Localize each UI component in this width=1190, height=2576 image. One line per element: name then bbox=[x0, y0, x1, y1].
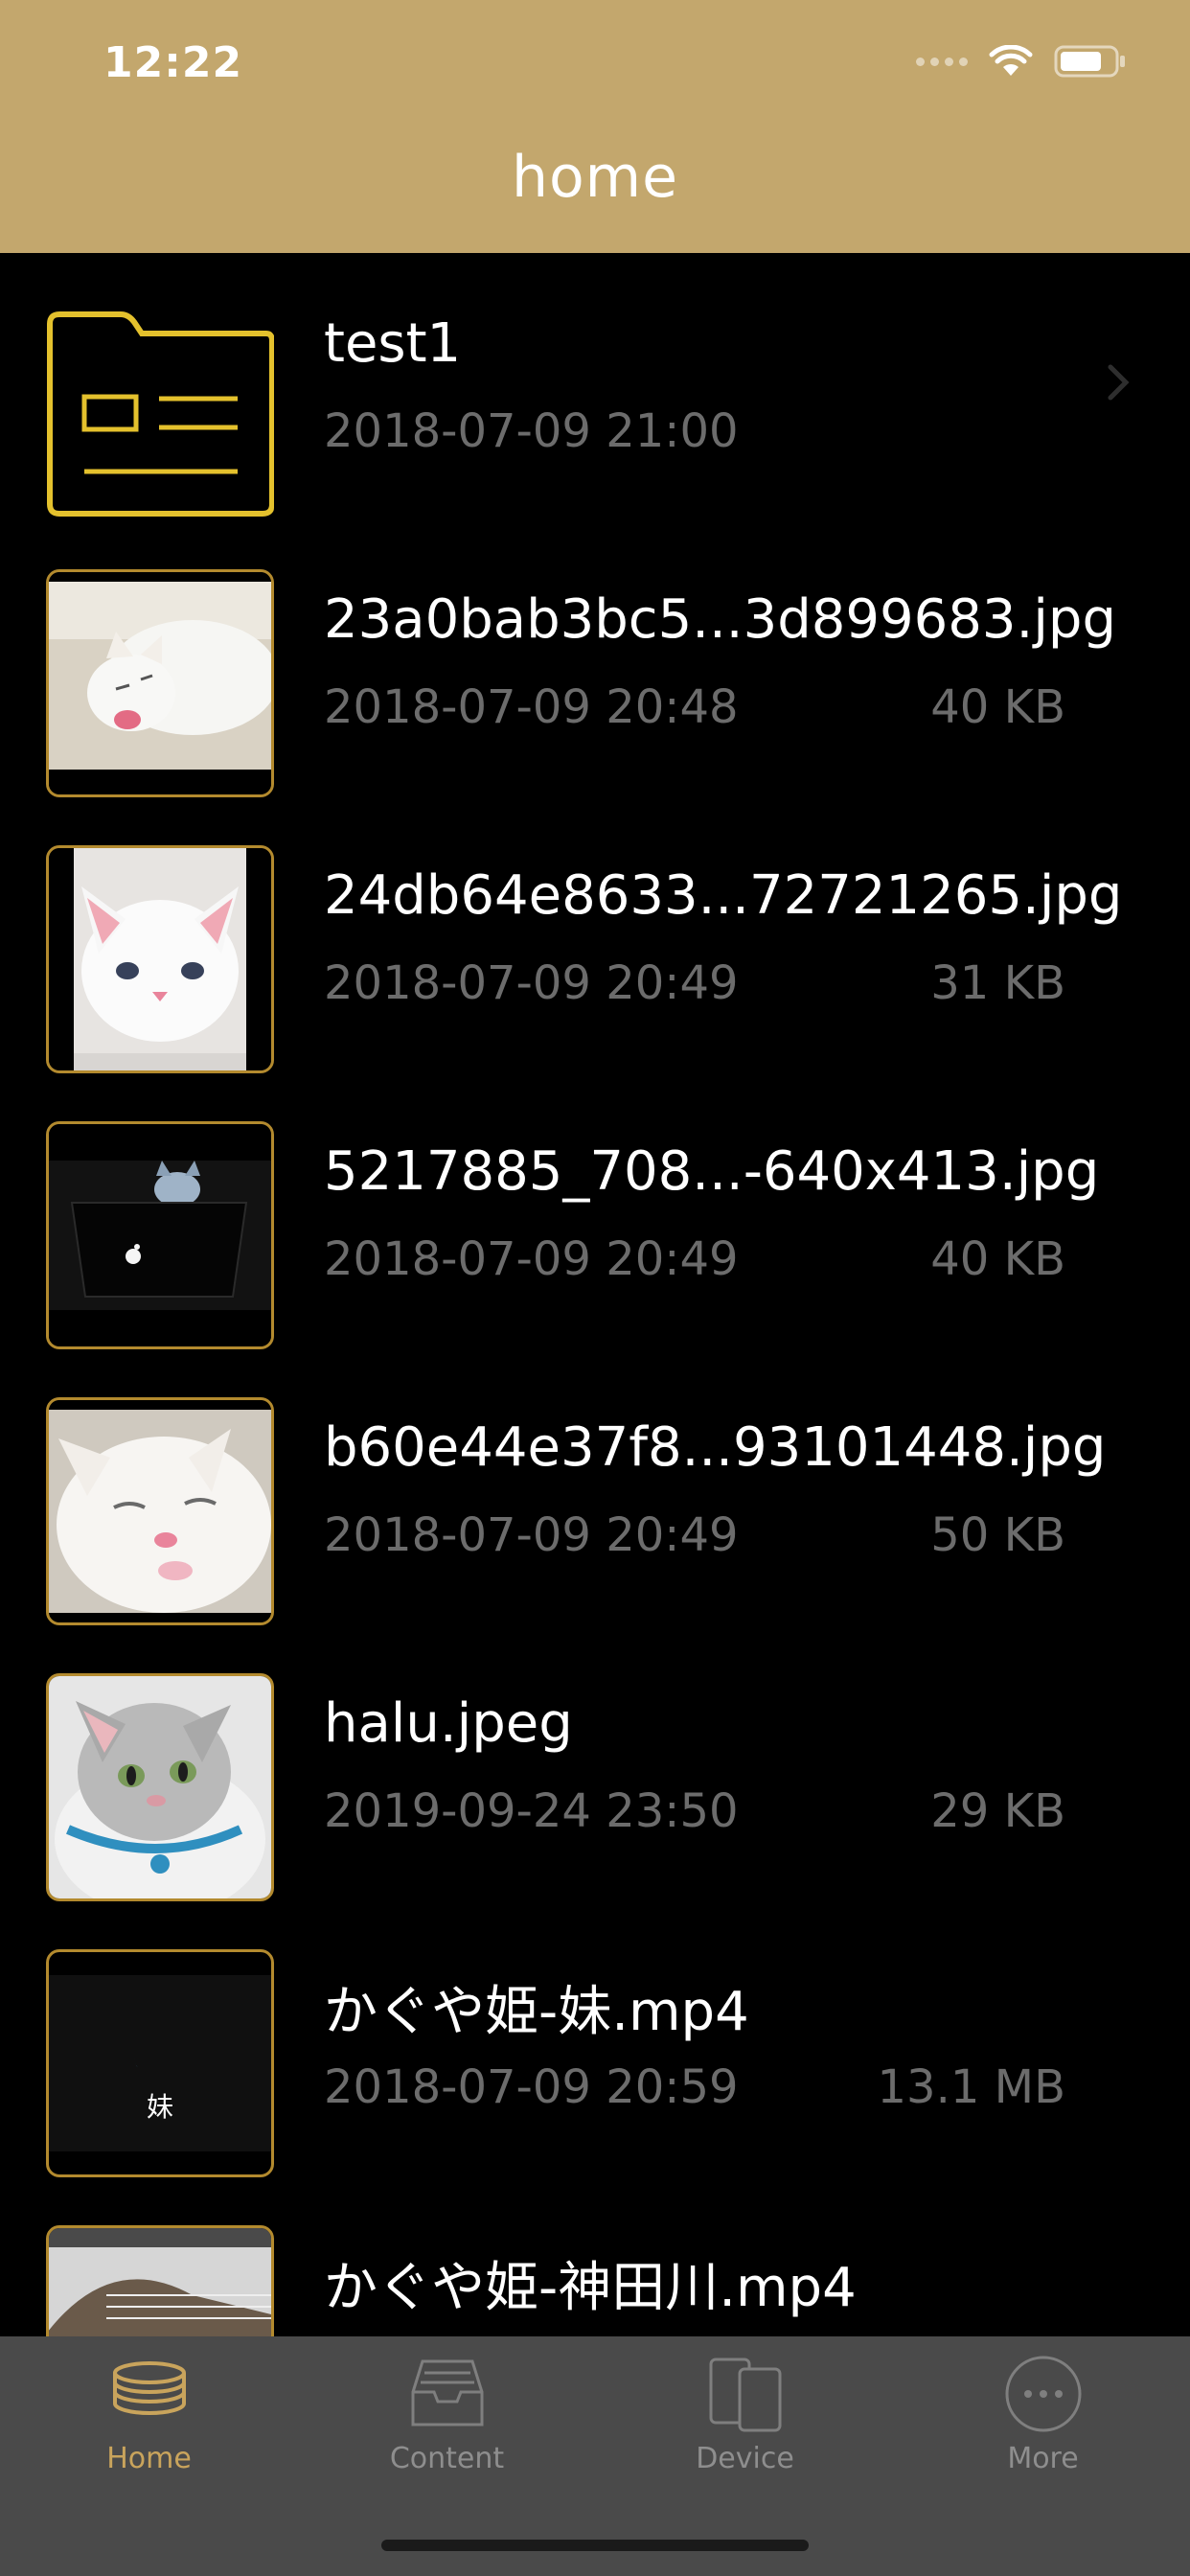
more-dots-icon bbox=[894, 2354, 1190, 2450]
folder-icon bbox=[46, 293, 274, 521]
cellular-signal-icon bbox=[916, 57, 968, 66]
video-thumbnail bbox=[46, 2225, 274, 2336]
tab-label: Content bbox=[389, 2442, 505, 2475]
list-item-file[interactable]: 24db64e8633...72721265.jpg 2018-07-09 20… bbox=[0, 805, 1190, 1081]
file-size: 40 KB bbox=[930, 1232, 1065, 1286]
thumbnail-caption: 妹 bbox=[146, 2091, 173, 2123]
image-thumbnail bbox=[46, 569, 274, 797]
file-date: 2018-07-09 20:49 bbox=[324, 956, 739, 1010]
file-name: 5217885_708...-640x413.jpg bbox=[324, 1140, 1100, 1203]
file-name: 24db64e8633...72721265.jpg bbox=[324, 864, 1123, 927]
file-name: halu.jpeg bbox=[324, 1692, 573, 1755]
page-title: home bbox=[511, 144, 679, 211]
inbox-tray-icon bbox=[298, 2354, 596, 2450]
image-thumbnail bbox=[46, 1121, 274, 1349]
app-header: 12:22 home bbox=[0, 0, 1190, 253]
tab-label: More bbox=[1007, 2442, 1079, 2475]
status-time: 12:22 bbox=[103, 38, 243, 87]
tab-device[interactable]: Device bbox=[596, 2336, 894, 2499]
image-thumbnail bbox=[46, 845, 274, 1073]
tab-label: Home bbox=[106, 2442, 192, 2475]
list-item-file[interactable]: 23a0bab3bc5...3d899683.jpg 2018-07-09 20… bbox=[0, 529, 1190, 805]
home-indicator bbox=[381, 2540, 809, 2551]
image-thumbnail bbox=[46, 1673, 274, 1901]
list-item-folder[interactable]: test1 2018-07-09 21:00 bbox=[0, 253, 1190, 529]
list-item-file[interactable]: b60e44e37f8...93101448.jpg 2018-07-09 20… bbox=[0, 1357, 1190, 1633]
file-date: 2019-09-24 23:50 bbox=[324, 1784, 739, 1838]
file-list: test1 2018-07-09 21:00 23a0bab3bc5...3d8… bbox=[0, 253, 1190, 2336]
wifi-icon bbox=[989, 45, 1033, 76]
tab-home[interactable]: Home bbox=[0, 2336, 298, 2499]
file-name: かぐや姫-神田川.mp4 bbox=[324, 2257, 857, 2319]
battery-icon bbox=[1054, 45, 1125, 78]
file-size: 29 KB bbox=[930, 1784, 1065, 1838]
file-name: かぐや姫-妹.mp4 bbox=[324, 1981, 749, 2043]
file-date: 2018-07-09 20:48 bbox=[324, 680, 739, 734]
file-name: 23a0bab3bc5...3d899683.jpg bbox=[324, 588, 1117, 651]
file-size: 13.1 MB bbox=[877, 2060, 1065, 2114]
tab-more[interactable]: More bbox=[894, 2336, 1190, 2499]
file-date: 2018-07-09 20:49 bbox=[324, 1508, 739, 1562]
devices-icon bbox=[596, 2354, 894, 2450]
status-icons bbox=[916, 42, 1127, 80]
list-item-file[interactable]: 妹 かぐや姫-妹.mp4 2018-07-09 20:59 13.1 MB bbox=[0, 1909, 1190, 2185]
list-item-file[interactable]: halu.jpeg 2019-09-24 23:50 29 KB bbox=[0, 1633, 1190, 1909]
tab-content[interactable]: Content bbox=[298, 2336, 596, 2499]
list-item-file[interactable]: かぐや姫-神田川.mp4 bbox=[0, 2185, 1190, 2336]
video-thumbnail: 妹 bbox=[46, 1949, 274, 2177]
file-name: b60e44e37f8...93101448.jpg bbox=[324, 1416, 1107, 1479]
file-date: 2018-07-09 20:59 bbox=[324, 2060, 739, 2114]
file-date: 2018-07-09 20:49 bbox=[324, 1232, 739, 1286]
tab-label: Device bbox=[696, 2442, 794, 2475]
chevron-right-icon bbox=[1108, 364, 1130, 401]
stack-icon bbox=[0, 2354, 298, 2450]
file-size: 50 KB bbox=[930, 1508, 1065, 1562]
file-size: 31 KB bbox=[930, 956, 1065, 1010]
file-date: 2018-07-09 21:00 bbox=[324, 404, 739, 458]
image-thumbnail bbox=[46, 1397, 274, 1625]
file-name: test1 bbox=[324, 312, 462, 375]
file-size: 40 KB bbox=[930, 680, 1065, 734]
list-item-file[interactable]: 5217885_708...-640x413.jpg 2018-07-09 20… bbox=[0, 1081, 1190, 1357]
